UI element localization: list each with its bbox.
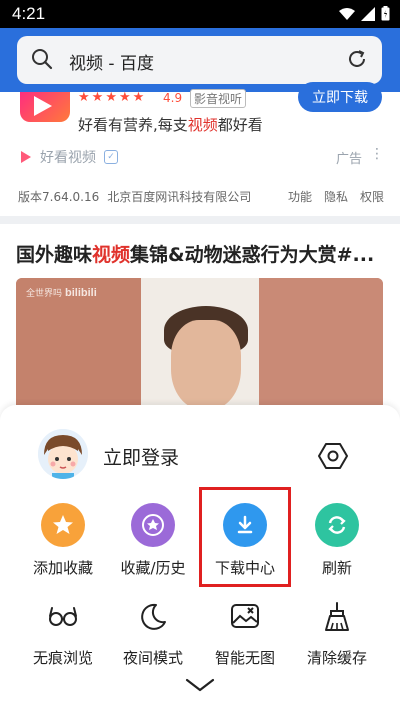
app-meta-row: 版本7.64.0.16 北京百度网讯科技有限公司 功能 隐私 权限 [18, 188, 384, 205]
menu-label: 收藏/历史 [120, 559, 186, 577]
video-watermark: 全世界吗 bilibili [26, 286, 97, 299]
menu-label: 夜间模式 [122, 649, 183, 667]
signal-icon [361, 6, 375, 21]
status-time: 4:21 [12, 4, 46, 23]
star-history-icon [131, 503, 175, 547]
menu-label: 无痕浏览 [32, 649, 93, 667]
more-options-icon[interactable]: ⋮ [370, 146, 384, 162]
star-icon: ★ [118, 90, 131, 105]
ad-slogan: 好看有营养,每支视频都好看 [78, 114, 263, 135]
title-highlight: 视频 [92, 244, 131, 266]
slogan-text-end: 都好看 [217, 116, 263, 134]
status-icons [339, 6, 390, 21]
menu-label: 清除缓存 [306, 649, 367, 667]
menu-smart-no-image[interactable]: 智能无图 [205, 597, 285, 668]
category-tag: 影音视听 [190, 89, 247, 108]
star-icon: ★ [132, 90, 145, 105]
highlight-annotation-box [199, 487, 291, 587]
bilibili-logo: bilibili [65, 287, 97, 299]
refresh-page-icon[interactable] [346, 48, 368, 70]
moon-icon [133, 597, 173, 637]
link-permissions[interactable]: 权限 [360, 188, 384, 205]
no-image-icon [225, 597, 265, 637]
person-face [171, 320, 241, 410]
article-title[interactable]: 国外趣味视频集锦&动物迷惑行为大赏#... [16, 240, 388, 267]
settings-hexagon-icon[interactable] [318, 441, 348, 471]
app-version: 版本7.64.0.16 [18, 190, 100, 204]
star-icon: ★ [78, 90, 90, 105]
avatar[interactable] [38, 429, 88, 479]
chevron-down-icon[interactable] [184, 677, 216, 693]
title-text: 国外趣味 [16, 244, 93, 266]
menu-incognito[interactable]: 无痕浏览 [23, 597, 103, 668]
menu-sheet: 立即登录 添加收藏 收藏/历史 下载中心 刷新 无痕浏览 夜间模式 智能无图 清… [0, 405, 400, 711]
menu-night-mode[interactable]: 夜间模式 [113, 597, 193, 668]
broom-icon [317, 597, 357, 637]
star-icon [41, 503, 85, 547]
search-query[interactable]: 视频 - 百度 [69, 49, 154, 74]
menu-label: 智能无图 [214, 649, 275, 667]
battery-icon [381, 6, 390, 21]
wifi-icon [339, 7, 355, 20]
star-icon: ★ [105, 90, 117, 105]
ad-source-row: 好看视频 ✓ 广告 ⋮ [18, 146, 384, 168]
ad-label: 广告 [335, 152, 362, 167]
menu-label: 刷新 [321, 559, 352, 577]
source-name[interactable]: 好看视频 [40, 147, 96, 167]
incognito-glasses-icon [43, 597, 83, 637]
title-text-end: 集锦&动物迷惑行为大赏#... [130, 244, 375, 266]
link-privacy[interactable]: 隐私 [324, 188, 348, 205]
menu-favorites-history[interactable]: 收藏/历史 [113, 503, 193, 578]
status-bar: 4:21 [0, 0, 400, 28]
watermark-site: 全世界吗 [26, 289, 63, 299]
menu-label: 添加收藏 [32, 559, 93, 577]
menu-clear-cache[interactable]: 清除缓存 [297, 597, 377, 668]
menu-refresh[interactable]: 刷新 [297, 503, 377, 578]
verified-icon: ✓ [104, 150, 118, 164]
search-bar[interactable]: 视频 - 百度 [17, 36, 382, 84]
rating-stars: ★ ★ ★ ★ ★ [78, 90, 144, 105]
menu-add-favorite[interactable]: 添加收藏 [23, 503, 103, 578]
slogan-text: 好看有营养,每支 [78, 116, 188, 134]
divider [0, 216, 400, 224]
avatar-cartoon-icon [38, 429, 88, 479]
refresh-icon [315, 503, 359, 547]
rating-value: 4.9 [163, 91, 183, 105]
download-app-button[interactable]: 立即下载 [298, 82, 382, 112]
app-logo[interactable] [20, 92, 70, 122]
slogan-highlight: 视频 [187, 116, 218, 134]
star-icon: ★ [91, 90, 104, 105]
haokan-logo-icon [21, 151, 31, 163]
login-link[interactable]: 立即登录 [103, 443, 179, 470]
search-icon [32, 49, 53, 70]
app-company: 北京百度网讯科技有限公司 [107, 190, 252, 204]
link-features[interactable]: 功能 [288, 188, 312, 205]
